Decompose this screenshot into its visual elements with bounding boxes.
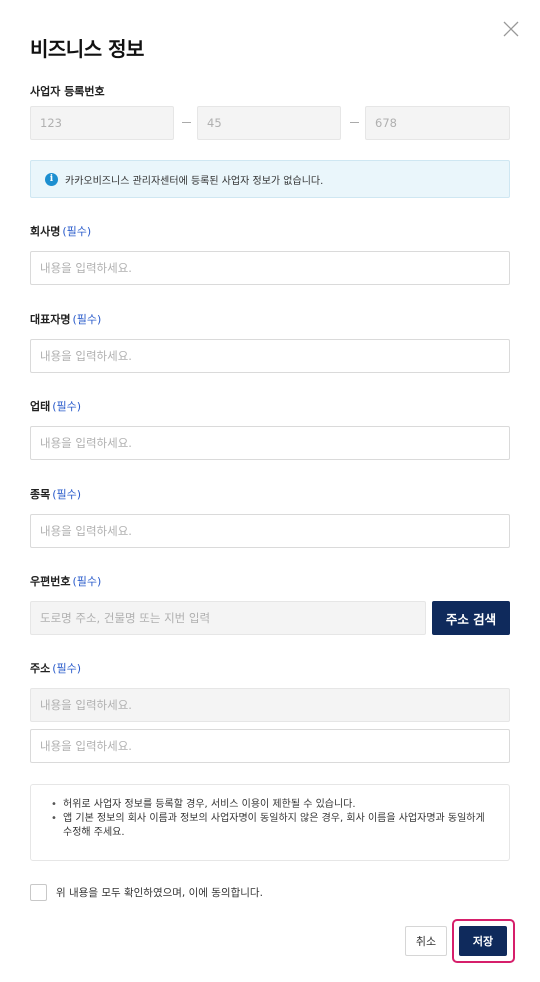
close-icon[interactable] bbox=[502, 20, 520, 38]
business-item-label: 종목 (필수) bbox=[30, 486, 81, 502]
postal-code-label-text: 우편번호 bbox=[30, 575, 71, 588]
required-tag: (필수) bbox=[52, 662, 82, 675]
separator-dash bbox=[350, 122, 359, 123]
required-tag: (필수) bbox=[62, 225, 92, 238]
business-type-label: 업태 (필수) bbox=[30, 398, 81, 414]
address-label: 주소 (필수) bbox=[30, 660, 81, 676]
address-line2-input[interactable]: 내용을 입력하세요. bbox=[30, 729, 510, 763]
agreement-label: 위 내용을 모두 확인하였으며, 이에 동의합니다. bbox=[56, 887, 263, 899]
business-number-part3-field: 678 bbox=[365, 106, 510, 140]
required-tag: (필수) bbox=[72, 313, 102, 326]
business-number-part1-field: 123 bbox=[30, 106, 174, 140]
required-tag: (필수) bbox=[52, 400, 82, 413]
business-type-label-text: 업태 bbox=[30, 400, 51, 413]
company-name-input[interactable]: 내용을 입력하세요. bbox=[30, 251, 510, 285]
company-name-label: 회사명 (필수) bbox=[30, 223, 91, 239]
postal-code-input: 도로명 주소, 건물명 또는 지번 입력 bbox=[30, 601, 426, 635]
warning-item: 허위로 사업자 정보를 등록할 경우, 서비스 이용이 제한될 수 있습니다. bbox=[51, 798, 493, 812]
business-number-part2-field: 45 bbox=[197, 106, 341, 140]
address-search-button[interactable]: 주소 검색 bbox=[432, 601, 510, 635]
ceo-name-label-text: 대표자명 bbox=[30, 313, 71, 326]
ceo-name-input[interactable]: 내용을 입력하세요. bbox=[30, 339, 510, 373]
cancel-button[interactable]: 취소 bbox=[405, 926, 447, 956]
save-button[interactable]: 저장 bbox=[459, 926, 507, 956]
info-icon: i bbox=[45, 172, 58, 186]
business-type-input[interactable]: 내용을 입력하세요. bbox=[30, 426, 510, 460]
required-tag: (필수) bbox=[72, 575, 102, 588]
dialog-title: 비즈니스 정보 bbox=[30, 37, 144, 61]
ceo-name-label: 대표자명 (필수) bbox=[30, 311, 101, 327]
info-notice: i 카카오비즈니스 관리자센터에 등록된 사업자 정보가 없습니다. bbox=[30, 160, 510, 198]
business-item-input[interactable]: 내용을 입력하세요. bbox=[30, 514, 510, 548]
company-name-label-text: 회사명 bbox=[30, 225, 61, 238]
business-number-label: 사업자 등록번호 bbox=[30, 85, 105, 98]
business-item-label-text: 종목 bbox=[30, 488, 51, 501]
separator-dash bbox=[182, 122, 191, 123]
agreement-checkbox[interactable] bbox=[30, 884, 47, 901]
info-notice-text: 카카오비즈니스 관리자센터에 등록된 사업자 정보가 없습니다. bbox=[65, 175, 324, 187]
required-tag: (필수) bbox=[52, 488, 82, 501]
warning-box: 허위로 사업자 정보를 등록할 경우, 서비스 이용이 제한될 수 있습니다. … bbox=[30, 784, 510, 861]
address-label-text: 주소 bbox=[30, 662, 51, 675]
warning-item: 앱 기본 정보의 회사 이름과 정보의 사업자명이 동일하지 않은 경우, 회사… bbox=[51, 812, 493, 840]
warning-list: 허위로 사업자 정보를 등록할 경우, 서비스 이용이 제한될 수 있습니다. … bbox=[51, 798, 493, 840]
business-info-dialog: 비즈니스 정보 사업자 등록번호 123 45 678 i 카카오비즈니스 관리… bbox=[0, 0, 540, 982]
address-line1-input: 내용을 입력하세요. bbox=[30, 688, 510, 722]
agreement-row[interactable]: 위 내용을 모두 확인하였으며, 이에 동의합니다. bbox=[30, 884, 263, 901]
postal-code-label: 우편번호 (필수) bbox=[30, 573, 101, 589]
